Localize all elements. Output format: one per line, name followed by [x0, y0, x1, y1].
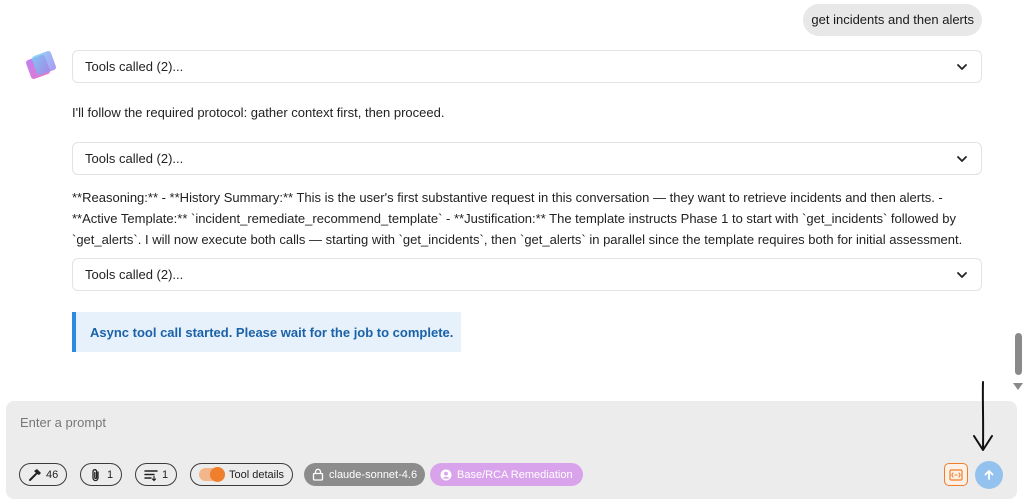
code-view-button[interactable]: [944, 463, 968, 486]
tools-count: 46: [46, 468, 59, 481]
chevron-down-icon: [957, 271, 967, 278]
assistant-reasoning-text: **Reasoning:** - **History Summary:** Th…: [72, 190, 963, 247]
user-message-bubble: get incidents and then alerts: [803, 4, 982, 36]
async-status-notice: Async tool call started. Please wait for…: [72, 312, 461, 352]
paperclip-icon: [92, 468, 99, 481]
model-selector[interactable]: claude-sonnet-4.6: [304, 463, 426, 486]
user-circle-icon: [440, 469, 452, 480]
prompt-input[interactable]: [20, 411, 820, 433]
tools-chip[interactable]: 46: [19, 463, 68, 486]
chevron-down-icon: [957, 155, 967, 162]
tools-called-accordion[interactable]: Tools called (2)...: [72, 142, 982, 175]
tool-details-toggle-chip[interactable]: Tool details: [190, 463, 294, 486]
annotation-arrow-icon: [973, 381, 993, 451]
tool-details-label: Tool details: [229, 468, 285, 481]
scroll-down-arrow[interactable]: [1013, 383, 1023, 390]
attachments-count: 1: [107, 468, 114, 481]
attachments-chip[interactable]: 1: [80, 463, 123, 486]
list-icon: [144, 469, 158, 481]
tools-called-label: Tools called (2)...: [85, 151, 184, 166]
tools-called-label: Tools called (2)...: [85, 267, 184, 282]
chevron-down-icon: [957, 63, 967, 70]
tools-called-accordion[interactable]: Tools called (2)...: [72, 50, 982, 83]
code-icon: [949, 468, 963, 481]
send-button[interactable]: [975, 461, 1003, 489]
assistant-avatar: [24, 48, 60, 84]
scrollbar-thumb[interactable]: [1015, 333, 1022, 375]
model-label: claude-sonnet-4.6: [329, 468, 418, 481]
tools-called-label: Tools called (2)...: [85, 59, 184, 74]
template-label: Base/RCA Remediation: [457, 468, 573, 481]
lock-icon: [312, 468, 324, 481]
toggle-knob: [210, 467, 225, 482]
tool-details-toggle[interactable]: [199, 467, 225, 482]
hammer-icon: [29, 468, 41, 481]
arrow-up-icon: [984, 470, 994, 480]
list-chip[interactable]: 1: [135, 463, 178, 486]
tools-called-accordion[interactable]: Tools called (2)...: [72, 258, 982, 291]
prompt-composer: 46 1 1 Tool details claude-sonnet-4.6 Ba…: [6, 401, 1017, 499]
assistant-message-text: I'll follow the required protocol: gathe…: [72, 105, 445, 120]
list-count: 1: [162, 468, 169, 481]
template-selector[interactable]: Base/RCA Remediation: [430, 463, 583, 486]
